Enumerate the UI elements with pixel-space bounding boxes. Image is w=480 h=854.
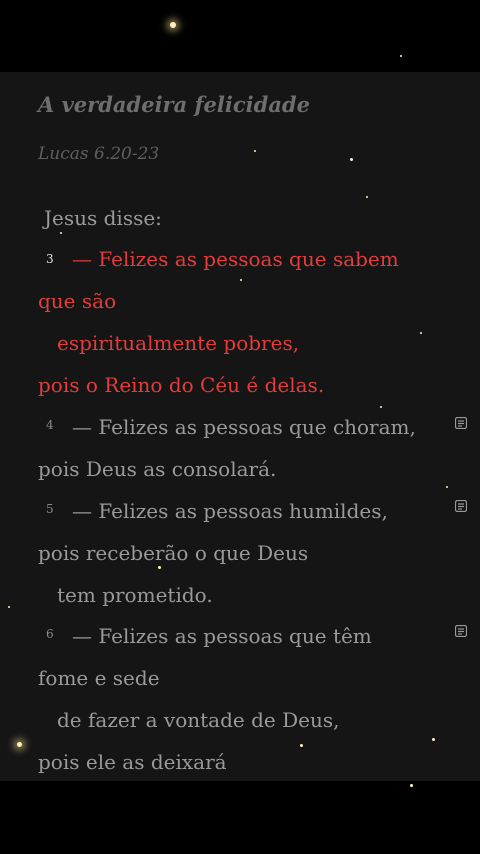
verse-line: pois receberão o que Deus xyxy=(38,541,309,565)
top-bar xyxy=(0,0,480,72)
verse-line: espiritualmente pobres, xyxy=(57,331,300,355)
star-decoration xyxy=(410,784,413,787)
star-decoration xyxy=(400,55,402,57)
star-decoration xyxy=(240,279,242,281)
verse-line: — Felizes as pessoas que sabem xyxy=(72,247,399,271)
note-icon[interactable] xyxy=(455,500,467,512)
star-decoration xyxy=(420,332,422,334)
note-icon[interactable] xyxy=(455,625,467,637)
passage-title: A verdadeira felicidade xyxy=(38,92,310,117)
verse-line: — Felizes as pessoas que choram, xyxy=(72,415,416,439)
verse-number: 6 xyxy=(46,627,54,641)
star-decoration xyxy=(446,486,448,488)
verse-line: que são xyxy=(38,289,117,313)
verse-line: — Felizes as pessoas que têm xyxy=(72,624,372,648)
passage-reference: Lucas 6.20-23 xyxy=(38,144,160,164)
verse-number: 5 xyxy=(46,502,54,516)
star-decoration xyxy=(158,566,161,569)
star-decoration xyxy=(60,232,62,234)
verse-number: 4 xyxy=(46,418,54,432)
star-decoration xyxy=(366,196,368,198)
star-decoration xyxy=(17,742,22,747)
reading-pane[interactable]: A verdadeira felicidade Lucas 6.20-23 Je… xyxy=(0,72,480,781)
bottom-bar xyxy=(0,781,480,854)
verse-line: de fazer a vontade de Deus, xyxy=(57,708,340,732)
star-decoration xyxy=(350,158,353,161)
star-decoration xyxy=(254,150,256,152)
verse-line: fome e sede xyxy=(38,666,160,690)
note-icon[interactable] xyxy=(455,417,467,429)
verse-line: pois Deus as consolará. xyxy=(38,457,277,481)
verse-line: pois o Reino do Céu é delas. xyxy=(38,373,325,397)
star-decoration xyxy=(380,406,382,408)
verse-number: 3 xyxy=(46,252,54,266)
intro-line: Jesus disse: xyxy=(44,206,162,230)
star-decoration xyxy=(300,744,303,747)
star-decoration xyxy=(170,22,176,28)
verse-line: pois ele as deixará xyxy=(38,750,227,774)
star-decoration xyxy=(432,738,435,741)
star-decoration xyxy=(8,606,10,608)
verse-line: tem prometido. xyxy=(57,583,213,607)
verse-line: — Felizes as pessoas humildes, xyxy=(72,499,388,523)
